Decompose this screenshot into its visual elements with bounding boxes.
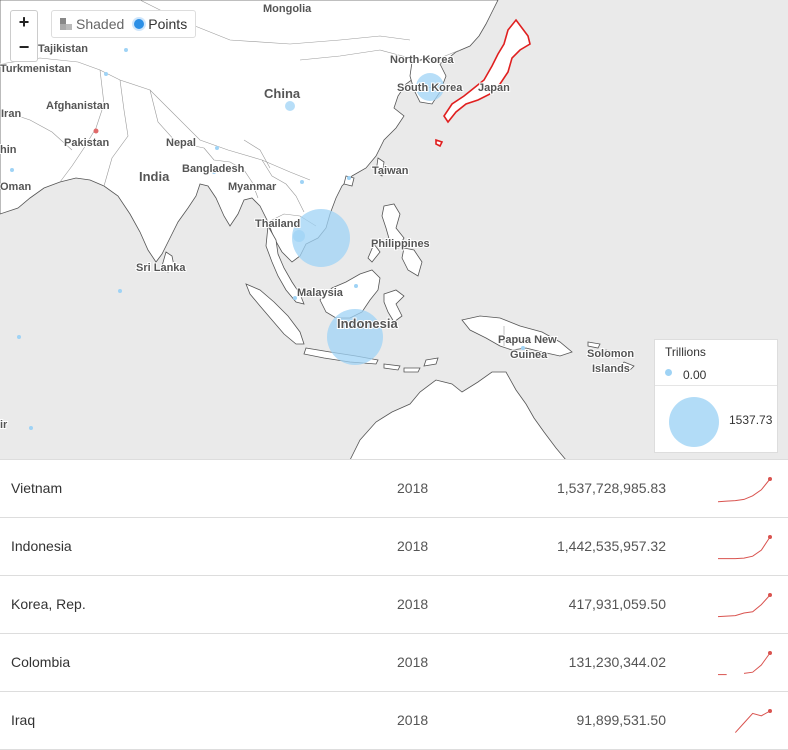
label-indonesia: Indonesia xyxy=(337,316,398,331)
sparkline-path xyxy=(717,478,771,503)
trend-sparkline xyxy=(717,593,772,618)
sparkline-latest-point xyxy=(768,477,772,481)
year-cell: 2018 xyxy=(397,538,429,554)
sparkline-latest-point xyxy=(768,651,772,655)
sparkline-latest-point xyxy=(768,535,772,539)
legend-divider xyxy=(655,385,777,386)
table-row[interactable]: Indonesia 2018 1,442,535,957.32 xyxy=(0,518,788,576)
label-solomon-islands-line1: Solomon xyxy=(587,348,634,360)
label-nepal: Nepal xyxy=(166,137,196,149)
label-thailand: Thailand xyxy=(255,218,300,230)
mode-points-label: Points xyxy=(148,16,188,32)
trend-sparkline xyxy=(718,535,772,560)
country-name[interactable]: Korea, Rep. xyxy=(11,596,86,612)
label-philippines: Philippines xyxy=(371,238,430,250)
legend-min-swatch xyxy=(665,369,672,376)
sparkline-latest-point xyxy=(768,593,772,597)
landmass-nusa-tenggara xyxy=(383,357,439,373)
label-taiwan: Taiwan xyxy=(372,165,409,177)
map-mode-toggle: Shaded Points xyxy=(51,10,197,38)
year-cell: 2018 xyxy=(397,480,429,496)
map[interactable]: Mongolia Tajikistan Turkmenistan Afghani… xyxy=(0,0,788,460)
landmass-asia xyxy=(0,0,499,263)
year-cell: 2018 xyxy=(397,712,429,728)
sparkline-path xyxy=(717,594,771,618)
label-tajikistan: Tajikistan xyxy=(38,43,88,55)
table-row[interactable]: Colombia 2018 131,230,344.02 xyxy=(0,634,788,692)
legend-title: Trillions xyxy=(665,345,706,359)
zoom-in-button[interactable]: + xyxy=(10,10,38,37)
country-name[interactable]: Vietnam xyxy=(11,480,62,496)
year-cell: 2018 xyxy=(397,654,429,670)
label-papua-new-guinea-line2: Guinea xyxy=(510,349,548,361)
legend-max-swatch xyxy=(669,397,719,447)
bubble-china[interactable] xyxy=(285,101,295,111)
label-bangladesh: Bangladesh xyxy=(182,163,245,175)
trend-sparkline xyxy=(734,709,772,733)
label-edge-hin: hin xyxy=(0,144,17,156)
zoom-out-button[interactable]: − xyxy=(10,36,38,62)
legend-min-value: 0.00 xyxy=(683,368,707,382)
value-cell: 131,230,344.02 xyxy=(568,654,666,670)
label-papua-new-guinea-line1: Papua New xyxy=(498,334,557,346)
sparkline-path xyxy=(743,652,771,674)
label-north-korea: North Korea xyxy=(390,54,454,66)
label-japan: Japan xyxy=(478,82,510,94)
country-name[interactable]: Iraq xyxy=(11,712,35,728)
label-myanmar: Myanmar xyxy=(228,181,277,193)
data-table: Vietnam 2018 1,537,728,985.83 Indonesia 2018… xyxy=(0,459,788,750)
label-mongolia: Mongolia xyxy=(263,3,312,15)
value-cell: 417,931,059.50 xyxy=(568,596,666,612)
trend-sparkline xyxy=(717,477,772,503)
trend-sparkline xyxy=(718,651,772,676)
shaded-icon xyxy=(60,18,72,30)
label-oman: Oman xyxy=(0,181,31,193)
label-india: India xyxy=(139,169,170,184)
points-icon xyxy=(134,19,145,29)
sparkline-path xyxy=(718,536,771,560)
bubble-thailand[interactable] xyxy=(293,230,305,242)
value-cell: 1,537,728,985.83 xyxy=(557,480,666,496)
label-malaysia: Malaysia xyxy=(297,287,344,299)
map-legend: Trillions 0.00 1537.73 xyxy=(654,339,778,453)
table-row[interactable]: Iraq 2018 91,899,531.50 xyxy=(0,692,788,750)
legend-max-value: 1537.73 xyxy=(729,413,773,427)
label-solomon-islands-line2: Islands xyxy=(592,363,630,375)
label-south-korea: South Korea xyxy=(397,82,463,94)
label-iran: Iran xyxy=(1,108,21,120)
sparkline-path xyxy=(734,710,771,733)
label-pakistan: Pakistan xyxy=(64,137,110,149)
mode-shaded-option[interactable]: Shaded xyxy=(60,16,124,32)
table-row[interactable]: Korea, Rep. 2018 417,931,059.50 xyxy=(0,576,788,634)
country-name[interactable]: Indonesia xyxy=(11,538,72,554)
sparkline-latest-point xyxy=(768,709,772,713)
mode-shaded-label: Shaded xyxy=(76,16,125,32)
label-edge-ir: ir xyxy=(0,419,8,431)
label-afghanistan: Afghanistan xyxy=(46,100,110,112)
label-china: China xyxy=(264,86,301,101)
table-row[interactable]: Vietnam 2018 1,537,728,985.83 xyxy=(0,460,788,518)
value-cell: 91,899,531.50 xyxy=(576,712,666,728)
label-turkmenistan: Turkmenistan xyxy=(0,63,72,75)
label-sri-lanka: Sri Lanka xyxy=(136,262,186,274)
year-cell: 2018 xyxy=(397,596,429,612)
country-name[interactable]: Colombia xyxy=(11,654,70,670)
mode-points-option[interactable]: Points xyxy=(134,16,187,32)
landmass-australia xyxy=(349,371,567,460)
value-cell: 1,442,535,957.32 xyxy=(557,538,666,554)
